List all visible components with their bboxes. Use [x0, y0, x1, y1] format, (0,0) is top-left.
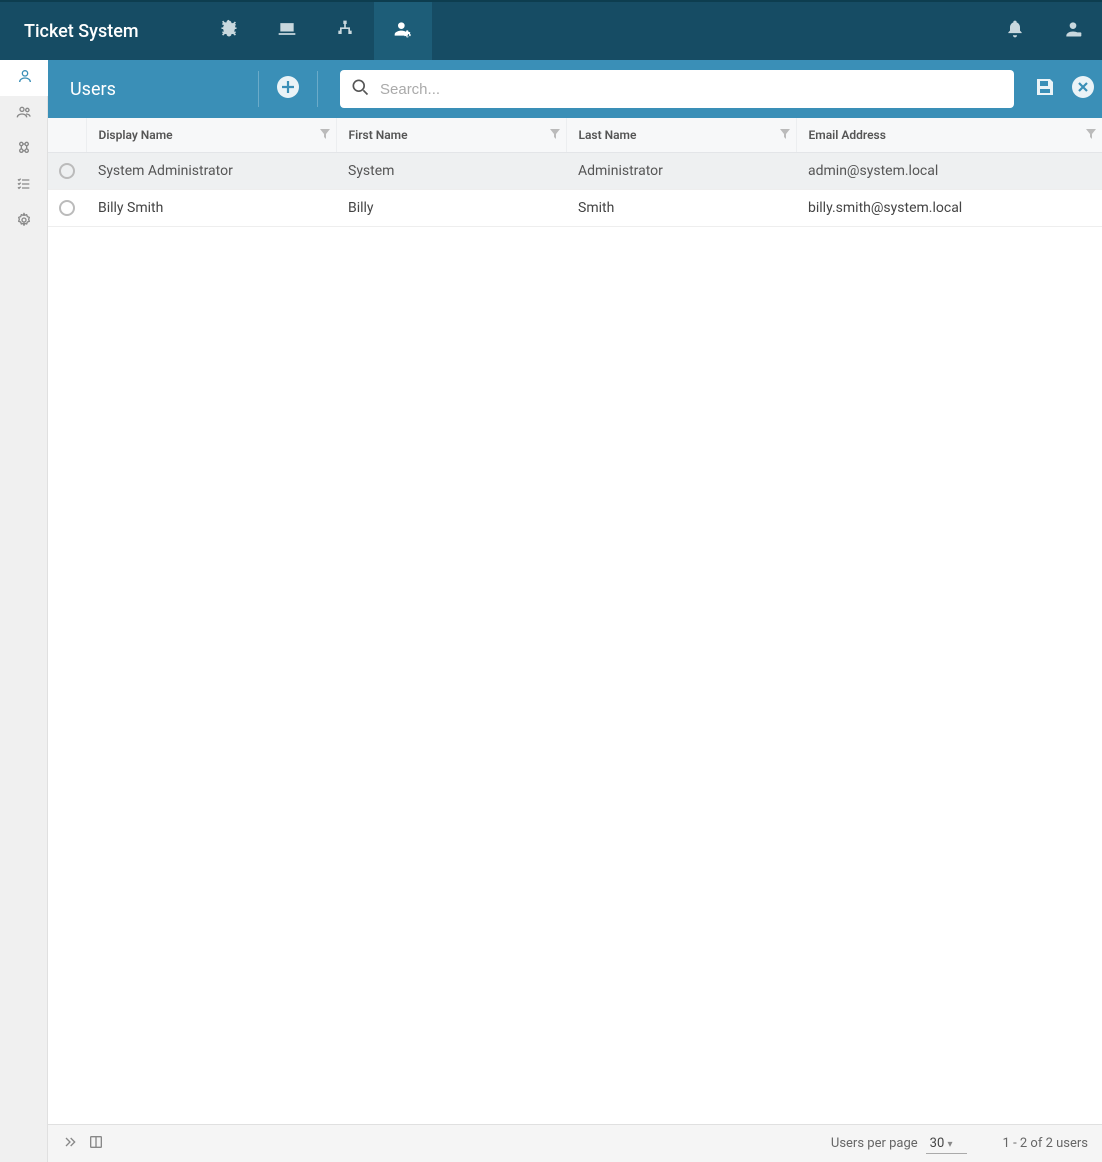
column-label: Email Address [809, 128, 886, 142]
list-check-icon [16, 176, 32, 196]
page-footer: Users per page 30 ▾ 1 - 2 of 2 users [48, 1124, 1102, 1162]
account-button[interactable] [1044, 2, 1102, 60]
filter-icon[interactable] [780, 128, 790, 142]
divider [258, 71, 259, 107]
nav-network[interactable] [316, 2, 374, 60]
column-first-name[interactable]: First Name [336, 118, 566, 153]
nav-devices[interactable] [258, 2, 316, 60]
cancel-button[interactable] [1064, 70, 1102, 108]
gear-icon [16, 212, 32, 232]
filter-icon[interactable] [1086, 128, 1096, 142]
search-container [340, 70, 1014, 108]
column-select [48, 118, 86, 153]
sitemap-icon [335, 19, 355, 43]
users-table: Display Name First Name Last Name E [48, 118, 1102, 227]
columns-button[interactable] [88, 1134, 104, 1154]
table-row[interactable]: System Administrator System Administrato… [48, 153, 1102, 190]
filter-icon[interactable] [320, 128, 330, 142]
user-icon [17, 68, 33, 88]
save-icon [1033, 75, 1057, 103]
filter-icon[interactable] [550, 128, 560, 142]
per-page-value: 30 [930, 1136, 945, 1151]
save-button[interactable] [1026, 70, 1064, 108]
cell-first-name: System [336, 153, 566, 190]
row-select-radio[interactable] [59, 163, 75, 179]
app-title: Ticket System [0, 21, 200, 42]
column-display-name[interactable]: Display Name [86, 118, 336, 153]
column-email[interactable]: Email Address [796, 118, 1102, 153]
user-card-icon [1063, 19, 1083, 43]
plus-circle-icon [276, 75, 300, 103]
column-label: Display Name [99, 128, 173, 142]
column-label: Last Name [579, 128, 637, 142]
page-header: Users [48, 60, 1102, 118]
sidebar-item-tasks[interactable] [0, 168, 48, 204]
chevrons-right-icon [62, 1139, 78, 1154]
per-page-control: Users per page 30 ▾ [831, 1134, 967, 1154]
search-box[interactable] [340, 70, 1014, 108]
sidebar-item-org[interactable] [0, 132, 48, 168]
cell-email: billy.smith@system.local [796, 190, 1102, 227]
cell-last-name: Smith [566, 190, 796, 227]
divider [317, 71, 318, 107]
sidebar-item-settings[interactable] [0, 204, 48, 240]
notifications-button[interactable] [986, 2, 1044, 60]
sidebar-item-groups[interactable] [0, 96, 48, 132]
close-circle-icon [1071, 75, 1095, 103]
columns-icon [88, 1139, 104, 1154]
cell-email: admin@system.local [796, 153, 1102, 190]
cell-last-name: Administrator [566, 153, 796, 190]
users-icon [16, 104, 32, 124]
users-table-container: Display Name First Name Last Name E [48, 118, 1102, 1124]
search-input[interactable] [380, 81, 1004, 98]
add-user-button[interactable] [269, 70, 307, 108]
cell-display-name: System Administrator [86, 153, 336, 190]
per-page-select[interactable]: 30 ▾ [926, 1134, 967, 1154]
laptop-icon [277, 19, 297, 43]
org-icon [16, 140, 32, 160]
nav-admin-users[interactable] [374, 2, 432, 60]
chevron-down-icon: ▾ [948, 1139, 953, 1150]
search-icon [350, 77, 380, 101]
user-cog-icon [393, 19, 413, 43]
column-label: First Name [349, 128, 408, 142]
row-select-radio[interactable] [59, 200, 75, 216]
column-last-name[interactable]: Last Name [566, 118, 796, 153]
page-title: Users [70, 79, 248, 100]
top-nav: Ticket System [0, 2, 1102, 60]
nav-tickets[interactable] [200, 2, 258, 60]
sidebar-item-users[interactable] [0, 60, 48, 96]
pagination-range: 1 - 2 of 2 users [1003, 1136, 1088, 1151]
cell-first-name: Billy [336, 190, 566, 227]
sidebar [0, 60, 48, 1162]
bell-icon [1005, 19, 1025, 43]
bug-icon [219, 19, 239, 43]
per-page-label: Users per page [831, 1136, 918, 1151]
top-nav-tabs [200, 2, 432, 60]
table-row[interactable]: Billy Smith Billy Smith billy.smith@syst… [48, 190, 1102, 227]
cell-display-name: Billy Smith [86, 190, 336, 227]
expand-sidebar-button[interactable] [62, 1134, 78, 1154]
